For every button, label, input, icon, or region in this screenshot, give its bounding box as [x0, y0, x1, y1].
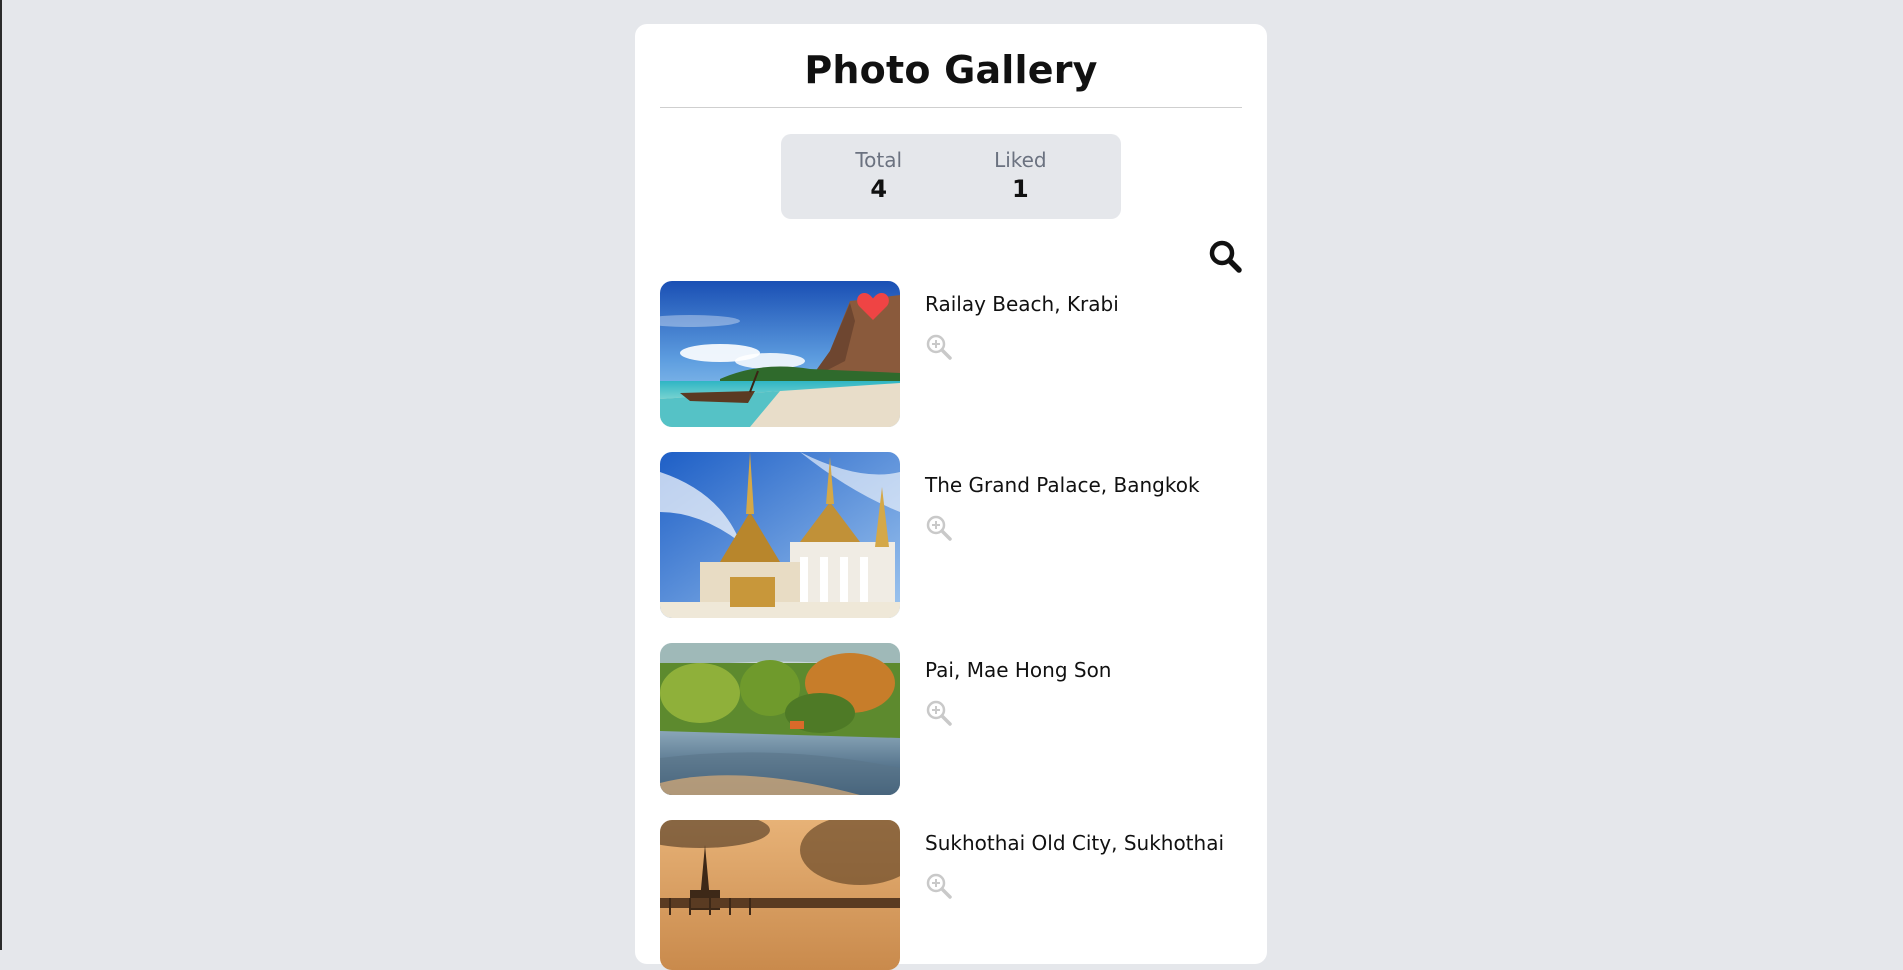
zoom-in-icon[interactable]	[925, 514, 953, 542]
photo-info: Pai, Mae Hong Son	[900, 643, 1111, 727]
photo-list: Railay Beach, Krabi The Grand Palace, Ba…	[660, 281, 1242, 970]
page-title: Photo Gallery	[804, 48, 1098, 92]
stat-liked: Liked 1	[994, 148, 1047, 206]
photo-thumbnail[interactable]	[660, 820, 900, 970]
list-item: Railay Beach, Krabi	[660, 281, 1242, 427]
stats-panel: Total 4 Liked 1	[781, 134, 1121, 219]
photo-info: Railay Beach, Krabi	[900, 281, 1119, 361]
photo-thumbnail[interactable]	[660, 281, 900, 427]
list-item: Sukhothai Old City, Sukhothai	[660, 820, 1242, 970]
photo-thumbnail[interactable]	[660, 643, 900, 795]
window-edge	[0, 0, 2, 950]
toolbar	[660, 219, 1242, 281]
gallery-card: Photo Gallery Total 4 Liked 1 Railay Bea…	[635, 24, 1267, 970]
photo-title: Pai, Mae Hong Son	[925, 658, 1112, 682]
stat-liked-value: 1	[1012, 174, 1029, 203]
zoom-in-icon[interactable]	[925, 333, 953, 361]
title-divider	[660, 107, 1242, 108]
like-heart-icon[interactable]	[856, 290, 890, 322]
list-item: The Grand Palace, Bangkok	[660, 452, 1242, 618]
photo-title: The Grand Palace, Bangkok	[925, 473, 1200, 497]
stat-total-value: 4	[870, 174, 888, 203]
photo-title: Sukhothai Old City, Sukhothai	[925, 831, 1225, 855]
stat-total: Total 4	[855, 148, 902, 206]
photo-title: Railay Beach, Krabi	[925, 292, 1119, 316]
stat-total-label: Total	[855, 147, 903, 172]
photo-info: Sukhothai Old City, Sukhothai	[900, 820, 1224, 900]
photo-info: The Grand Palace, Bangkok	[900, 452, 1200, 542]
stat-liked-label: Liked	[994, 147, 1047, 172]
zoom-in-icon[interactable]	[925, 872, 953, 900]
zoom-in-icon[interactable]	[925, 699, 953, 727]
list-item: Pai, Mae Hong Son	[660, 643, 1242, 795]
photo-thumbnail[interactable]	[660, 452, 900, 618]
search-icon[interactable]	[1208, 239, 1242, 273]
